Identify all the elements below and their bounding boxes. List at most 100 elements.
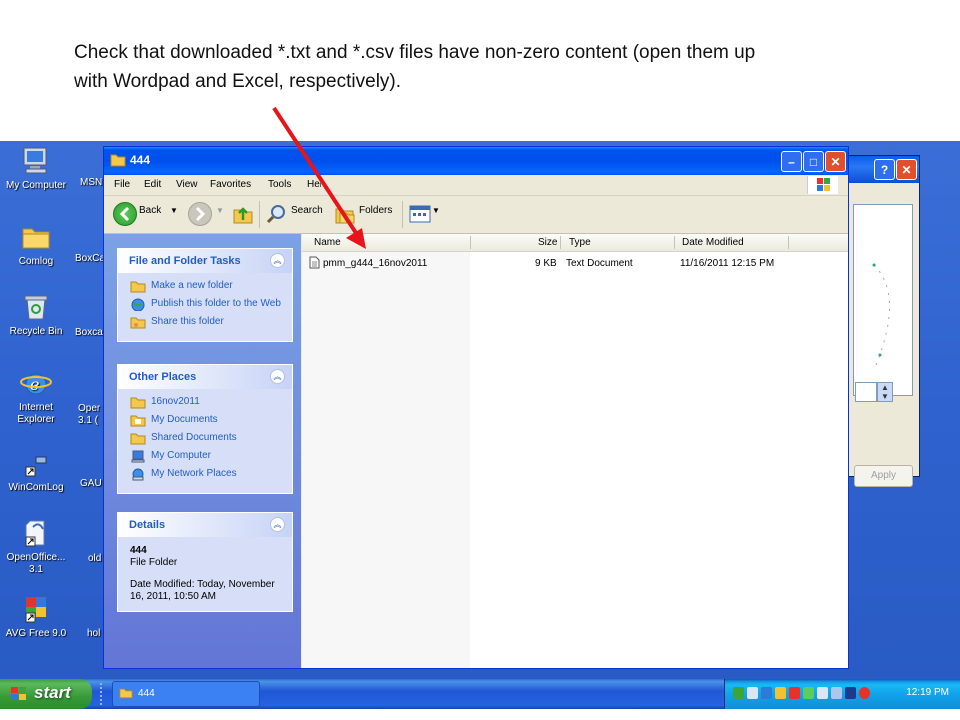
place-my-network-places[interactable]: My Network Places (130, 468, 292, 481)
toolbar-separator (259, 201, 260, 228)
tray-network-icon[interactable] (733, 687, 744, 699)
back-button[interactable]: Back (139, 205, 161, 216)
other-places-title: Other Places (129, 371, 197, 383)
tray-power-icon[interactable] (859, 687, 870, 699)
internet-explorer-icon: e (20, 373, 52, 395)
sorted-column-shade (302, 252, 470, 668)
place-shared-documents[interactable]: Shared Documents (130, 432, 292, 445)
views-icon[interactable] (409, 204, 431, 224)
place-my-documents[interactable]: My Documents (130, 414, 292, 427)
tray-phone-icon[interactable] (817, 687, 828, 699)
column-separator[interactable] (674, 236, 675, 249)
explorer-window: 444 – □ ✕ File Edit View Favorites Tools… (103, 146, 849, 669)
search-icon[interactable] (266, 203, 288, 225)
task-label: Make a new folder (151, 280, 233, 291)
desktop-icon-openoffice[interactable]: OpenOffice... 3.1 (1, 517, 71, 576)
my-computer-icon (23, 147, 47, 174)
back-icon[interactable] (113, 202, 137, 226)
tray-volume-icon[interactable] (831, 687, 842, 699)
tray-update-icon[interactable] (803, 687, 814, 699)
menu-view[interactable]: View (176, 179, 198, 190)
column-header-date-modified[interactable]: Date Modified (682, 237, 744, 248)
desktop-icon-my-computer[interactable]: My Computer (1, 145, 71, 192)
background-spin-button[interactable]: ▲ ▼ (877, 382, 893, 402)
desktop-icon-recycle-bin[interactable]: Recycle Bin (1, 291, 71, 338)
folder-icon (110, 154, 126, 167)
file-folder-tasks-list: Make a new folder Publish this folder to… (118, 273, 292, 341)
place-label: Shared Documents (151, 432, 237, 443)
details-name: 444 (130, 545, 147, 556)
window-titlebar[interactable]: 444 – □ ✕ (104, 147, 848, 175)
minimize-button[interactable]: – (781, 151, 802, 172)
help-button[interactable]: ? (874, 159, 895, 180)
task-label: Share this folder (151, 316, 224, 327)
place-16nov2011[interactable]: 16nov2011 (130, 396, 292, 409)
desktop-icon-label: Internet Explorer (17, 402, 55, 425)
new-folder-icon (130, 281, 146, 293)
desktop-partial-label: BoxCa (75, 253, 106, 264)
desktop-icon-comlog[interactable]: Comlog (1, 221, 71, 268)
place-label: My Computer (151, 450, 212, 461)
avg-icon (25, 597, 46, 623)
taskbar-window-button[interactable]: 444 (112, 681, 260, 707)
tray-flag-icon[interactable] (789, 687, 800, 699)
column-separator[interactable] (560, 236, 561, 249)
tray-monitor-icon[interactable] (845, 687, 856, 699)
tray-antivirus-icon[interactable] (761, 687, 772, 699)
folders-button[interactable]: Folders (359, 205, 392, 216)
details-header[interactable]: Details ︽ (118, 513, 292, 537)
menu-file[interactable]: File (114, 179, 130, 190)
column-header-type[interactable]: Type (569, 237, 591, 248)
desktop-icon-internet-explorer[interactable]: e Internet Explorer (1, 367, 71, 426)
desktop: My Computer Comlog Recycle Bin e Interne… (0, 141, 960, 679)
folders-icon[interactable] (334, 203, 356, 225)
file-list-pane: Name Size Type Date Modified pmm_g444_16… (302, 234, 848, 668)
start-button[interactable]: start (0, 679, 92, 709)
back-dropdown-icon[interactable]: ▼ (170, 206, 178, 215)
file-folder-tasks-header[interactable]: File and Folder Tasks ︽ (118, 249, 292, 273)
views-dropdown-icon[interactable]: ▼ (432, 206, 440, 215)
search-button[interactable]: Search (291, 205, 323, 216)
file-date-modified: 11/16/2011 12:15 PM (680, 258, 775, 269)
toolbar: Back ▼ ▼ Search Folders ▼ (104, 196, 848, 234)
start-label: start (34, 683, 71, 702)
task-share-folder[interactable]: Share this folder (130, 316, 292, 329)
task-publish-folder[interactable]: Publish this folder to the Web (130, 298, 292, 311)
forward-dropdown-icon[interactable]: ▼ (216, 206, 224, 215)
desktop-icon-label: My Computer (5, 180, 66, 191)
close-button[interactable]: ✕ (896, 159, 917, 180)
column-header-size[interactable]: Size (538, 237, 557, 248)
instruction-caption: Check that downloaded *.txt and *.csv fi… (74, 38, 934, 96)
collapse-chevron-icon[interactable]: ︽ (270, 517, 285, 532)
desktop-partial-label: Boxca (75, 327, 103, 338)
collapse-chevron-icon[interactable]: ︽ (270, 253, 285, 268)
background-spin-field[interactable] (855, 382, 877, 402)
close-button[interactable]: ✕ (825, 151, 846, 172)
menu-edit[interactable]: Edit (144, 179, 161, 190)
maximize-button[interactable]: □ (803, 151, 824, 172)
collapse-chevron-icon[interactable]: ︽ (270, 369, 285, 384)
column-separator[interactable] (470, 236, 471, 249)
tray-wireless-icon[interactable] (747, 687, 758, 699)
other-places-header[interactable]: Other Places ︽ (118, 365, 292, 389)
desktop-icon-wincomlog[interactable]: WinComLog (1, 447, 71, 494)
desktop-icon-avg[interactable]: AVG Free 9.0 (1, 593, 71, 640)
up-folder-icon[interactable] (232, 203, 254, 225)
toolbar-separator (402, 201, 403, 228)
file-name: pmm_g444_16nov2011 (323, 258, 428, 269)
taskbar-window-label: 444 (138, 688, 155, 699)
task-make-new-folder[interactable]: Make a new folder (130, 280, 292, 293)
menu-favorites[interactable]: Favorites (210, 179, 251, 190)
taskbar: start 444 12:19 PM (0, 679, 960, 709)
desktop-partial-label: hol (87, 628, 101, 639)
place-my-computer[interactable]: My Computer (130, 450, 292, 463)
menu-help[interactable]: Help (307, 179, 321, 190)
apply-button[interactable]: Apply (854, 465, 913, 487)
column-header-name[interactable]: Name (314, 237, 341, 248)
column-header-row: Name Size Type Date Modified (302, 234, 848, 252)
forward-icon[interactable] (188, 202, 212, 226)
tray-security-icon[interactable] (775, 687, 786, 699)
menu-tools[interactable]: Tools (268, 179, 291, 190)
column-separator[interactable] (788, 236, 789, 249)
taskbar-grip[interactable] (100, 683, 105, 705)
